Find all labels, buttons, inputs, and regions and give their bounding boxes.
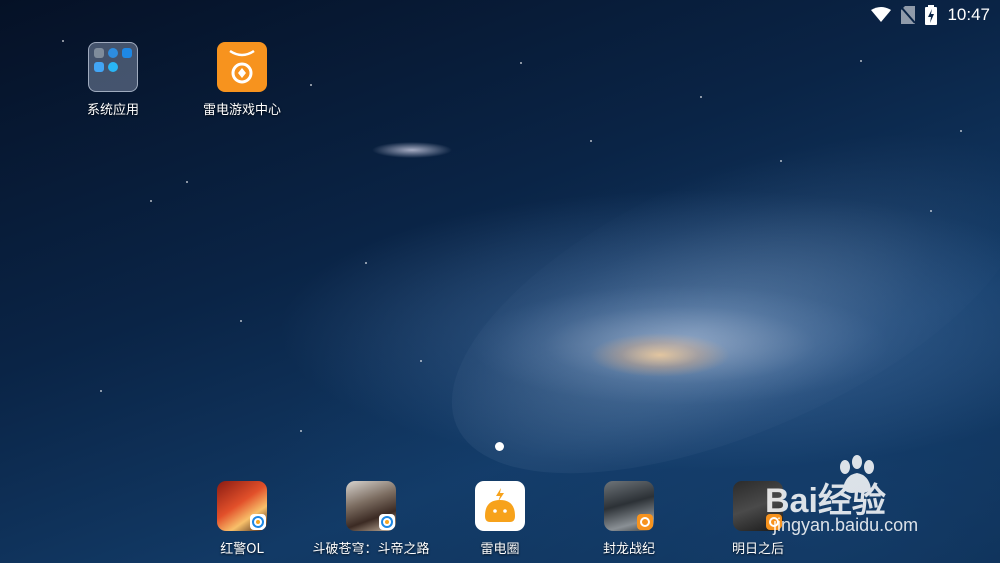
contacts-mini-icon	[94, 62, 104, 72]
no-sim-icon	[901, 6, 916, 24]
battery-charging-icon	[925, 5, 938, 25]
game-center-shortcut[interactable]: 雷电游戏中心	[187, 42, 297, 118]
game-center-label: 雷电游戏中心	[202, 103, 281, 118]
game-center-icon	[217, 42, 267, 92]
files-mini-icon	[122, 48, 132, 58]
settings-mini-icon	[94, 48, 104, 58]
leidian-circle-app-icon	[475, 481, 525, 531]
download-mini-icon	[108, 62, 118, 72]
folder-icon	[88, 42, 138, 92]
page-indicator-dot	[495, 442, 504, 451]
doupo-app-icon	[346, 481, 396, 531]
app-label: 红警OL	[220, 542, 264, 557]
status-clock: 10:47	[947, 5, 990, 24]
app-label: 雷电圈	[480, 542, 520, 557]
red-alert-app-icon	[217, 481, 267, 531]
app-label: 封龙战纪	[602, 542, 655, 557]
wifi-icon	[871, 7, 892, 23]
watermark-url: jingyan.baidu.com	[773, 515, 919, 535]
system-apps-folder[interactable]: 系统应用	[58, 42, 168, 118]
browser-mini-icon	[108, 48, 118, 58]
tencent-badge-icon	[379, 514, 395, 530]
app-doupo[interactable]: 斗破苍穹：斗帝之路	[313, 481, 430, 557]
app-red-alert-ol[interactable]: 红警OL	[187, 481, 297, 557]
folder-label: 系统应用	[86, 103, 139, 118]
status-bar: 10:47	[871, 0, 1000, 30]
tencent-badge-icon	[250, 514, 266, 530]
app-label: 斗破苍穹：斗帝之路	[312, 542, 430, 557]
app-fenglong[interactable]: 封龙战纪	[574, 481, 684, 557]
fenglong-app-icon	[604, 481, 654, 531]
app-leidian-circle[interactable]: 雷电圈	[445, 481, 555, 557]
baidu-watermark: Bai经验 jingyan.baidu.com	[735, 455, 995, 545]
leidian-badge-icon	[637, 514, 653, 530]
